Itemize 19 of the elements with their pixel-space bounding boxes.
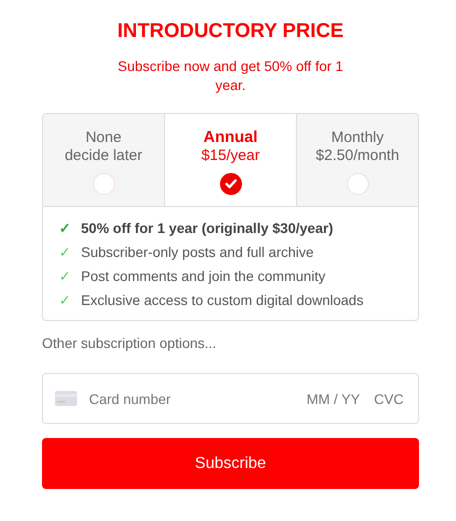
feature-text: 50% off for 1 year (originally $30/year) (81, 219, 334, 238)
expiry-field[interactable]: MM / YY (298, 390, 362, 408)
card-number-field[interactable]: Card number (87, 390, 288, 408)
page-title: INTRODUCTORY PRICE (116, 20, 345, 43)
plan-option[interactable]: None decide later (43, 114, 165, 206)
subscribe-button[interactable]: Subscribe (42, 438, 419, 489)
cvc-field[interactable]: CVC (372, 390, 406, 408)
check-mark: ✓ (59, 267, 71, 286)
feature-text: Subscriber-only posts and full archive (81, 243, 314, 262)
check-icon (224, 179, 236, 189)
plan-option[interactable]: Monthly $2.50/month (297, 114, 418, 206)
feature-text: Post comments and join the community (81, 267, 326, 286)
check-mark: ✓ (59, 243, 71, 262)
card-icon (55, 391, 77, 406)
check-mark: ✓ (59, 291, 71, 310)
other-options-link[interactable]: Other subscription options... (42, 335, 216, 351)
feature-text: Exclusive access to custom digital downloads (81, 291, 364, 310)
check-mark: ✓ (59, 219, 71, 238)
subtitle: Subscribe now and get 50% off for 1 year. (116, 57, 344, 95)
